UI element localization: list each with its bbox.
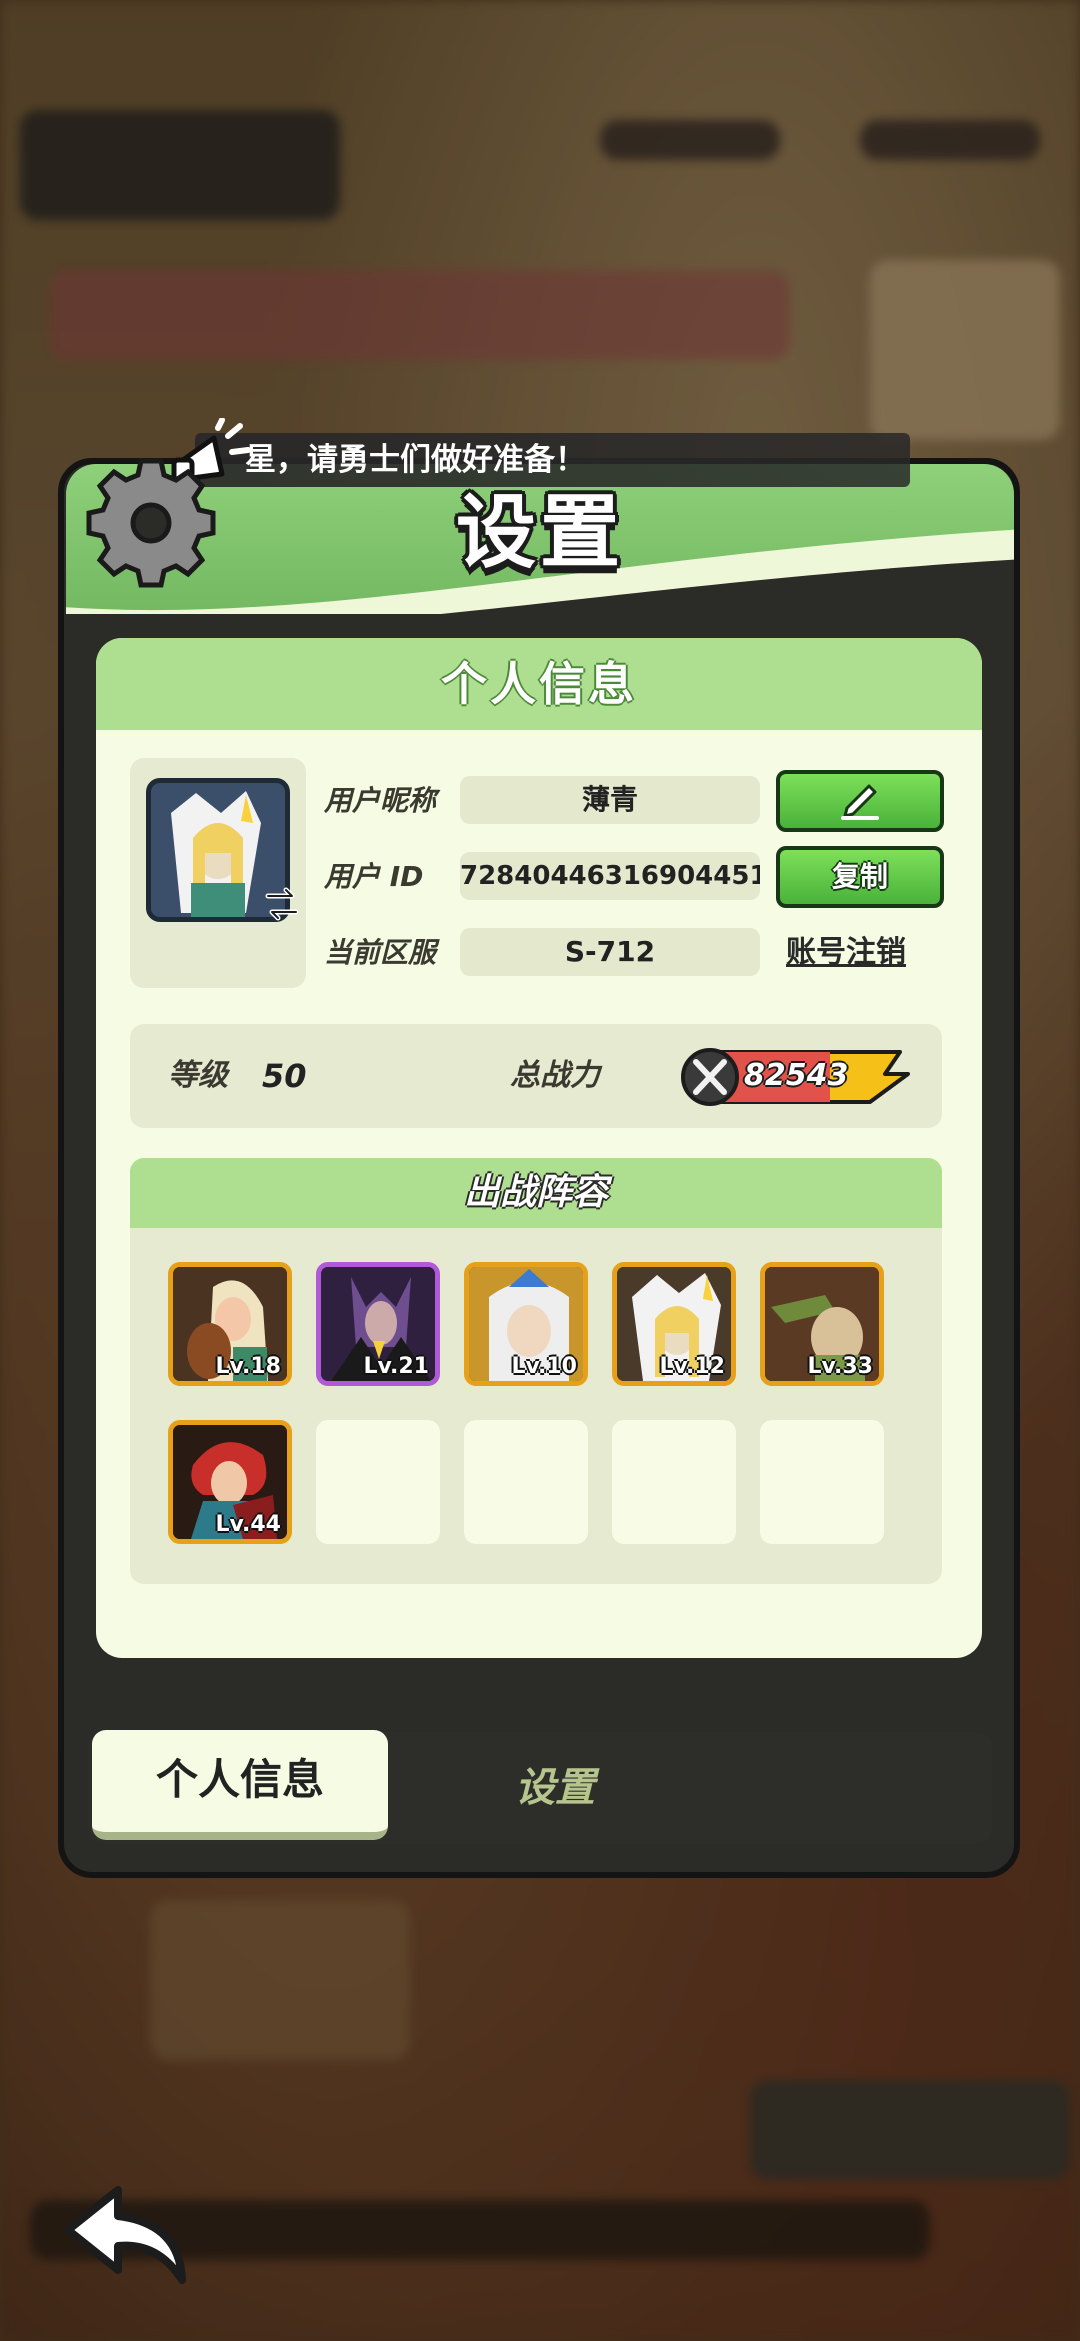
hero-slot[interactable]: Lv.33	[760, 1262, 884, 1386]
uid-label: 用户 ID	[324, 860, 424, 893]
personal-info-header: 个人信息	[96, 638, 982, 730]
nickname-field: 薄青	[460, 776, 760, 824]
edit-nickname-button[interactable]	[776, 770, 944, 832]
back-arrow-icon[interactable]	[58, 2180, 198, 2290]
lineup-header: 出战阵容	[130, 1158, 942, 1228]
gear-icon	[86, 458, 216, 588]
level-value: 50	[262, 1057, 307, 1095]
copy-uid-button[interactable]: 复制	[776, 846, 944, 908]
notice-banner: 星，请勇士们做好准备！	[195, 433, 910, 487]
hero-level: Lv.21	[363, 1354, 429, 1379]
empty-hero-slot[interactable]	[760, 1420, 884, 1544]
hero-level: Lv.33	[807, 1354, 873, 1379]
tab-settings[interactable]: 设置	[420, 1732, 690, 1844]
hero-level: Lv.10	[511, 1354, 577, 1379]
empty-hero-slot[interactable]	[612, 1420, 736, 1544]
battle-lineup: 出战阵容 Lv.18 Lv.21 Lv.10 Lv.12 Lv.33 Lv.44	[130, 1158, 942, 1584]
power-value: 82543	[744, 1058, 849, 1093]
pencil-icon	[841, 784, 879, 820]
avatar-box[interactable]	[130, 758, 306, 988]
hero-slot[interactable]: Lv.10	[464, 1262, 588, 1386]
notice-text: 星，请勇士们做好准备！	[245, 442, 586, 478]
server-field: S-712	[460, 928, 760, 976]
lineup-title: 出战阵容	[463, 1172, 608, 1213]
cancel-account-link[interactable]: 账号注销	[786, 930, 906, 976]
hero-slot[interactable]: Lv.21	[316, 1262, 440, 1386]
hero-slot[interactable]: Lv.18	[168, 1262, 292, 1386]
uid-field: 72840446316904451	[460, 852, 760, 900]
power-label: 总战力	[510, 1058, 600, 1093]
hero-level: Lv.12	[659, 1354, 725, 1379]
empty-hero-slot[interactable]	[316, 1420, 440, 1544]
empty-hero-slot[interactable]	[464, 1420, 588, 1544]
swap-icon[interactable]	[260, 882, 304, 926]
level-label: 等级	[168, 1058, 228, 1093]
hero-slot[interactable]: Lv.44	[168, 1420, 292, 1544]
personal-info-title: 个人信息	[441, 657, 637, 711]
server-label: 当前区服	[324, 936, 437, 969]
hero-level: Lv.44	[215, 1512, 281, 1537]
nickname-label: 用户昵称	[324, 784, 437, 817]
hero-slot[interactable]: Lv.12	[612, 1262, 736, 1386]
tab-personal-info[interactable]: 个人信息	[92, 1730, 388, 1840]
personal-info-card: 个人信息 用户昵称 薄青 用户 ID 72840446316904451 复制 …	[96, 638, 982, 1658]
stats-bar: 等级 50 总战力 82543	[130, 1024, 942, 1128]
hero-level: Lv.18	[215, 1354, 281, 1379]
